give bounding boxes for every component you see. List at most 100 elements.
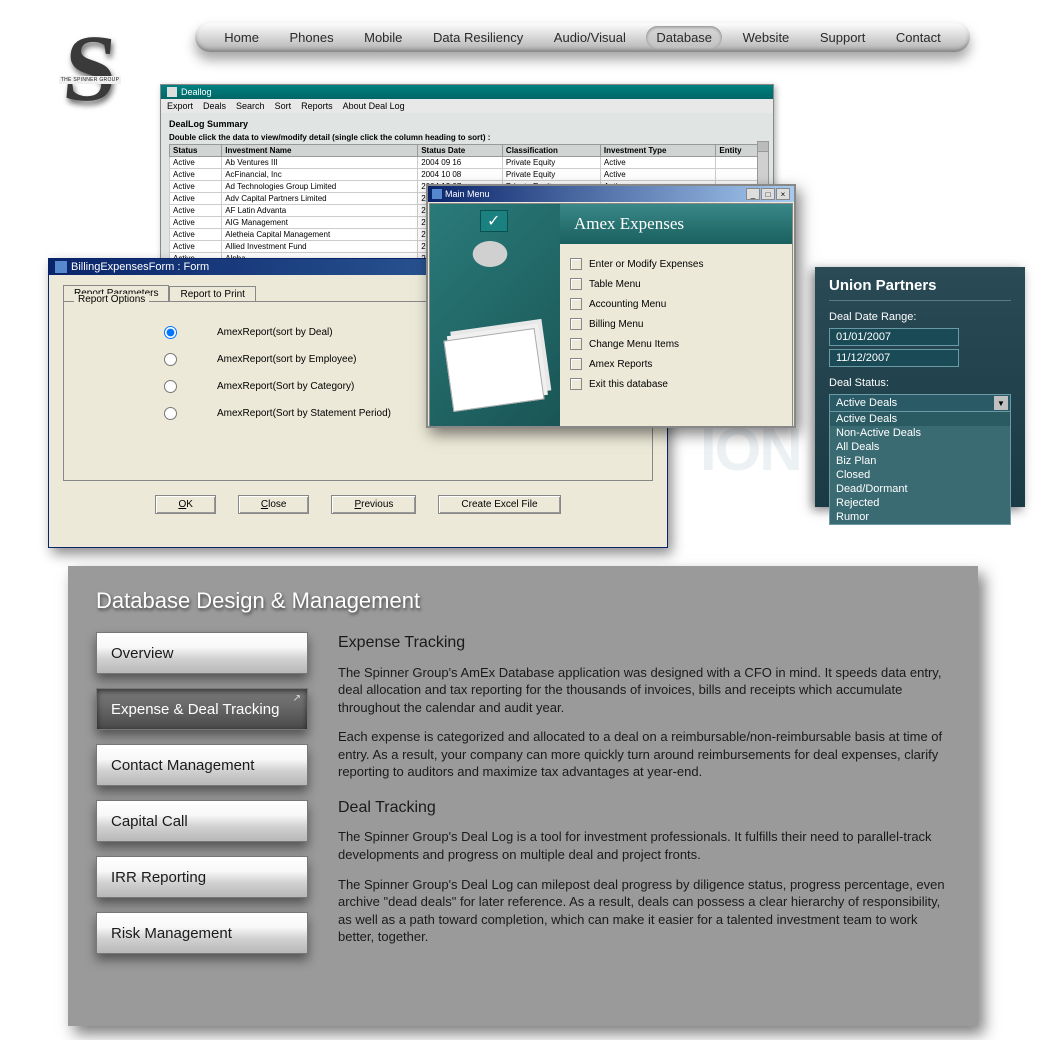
sidebar-item-irr-reporting[interactable]: IRR Reporting	[96, 856, 308, 898]
status-option[interactable]: Rumor	[830, 510, 1010, 524]
table-cell: Active	[170, 193, 222, 205]
radio-label: AmexReport(Sort by Statement Period)	[217, 408, 391, 419]
sidebar-item-capital-call[interactable]: Capital Call	[96, 800, 308, 842]
nav-item-phones[interactable]: Phones	[279, 26, 343, 49]
date-range-label: Deal Date Range:	[815, 309, 1025, 325]
status-option[interactable]: Biz Plan	[830, 454, 1010, 468]
nav-item-dataresiliency[interactable]: Data Resiliency	[423, 26, 533, 49]
chevron-down-icon[interactable]: ▼	[994, 396, 1008, 410]
amex-menu-item[interactable]: Exit this database	[570, 378, 782, 390]
amex-menu-label: Change Menu Items	[589, 339, 679, 350]
amex-menu-item[interactable]: Table Menu	[570, 278, 782, 290]
previous-button[interactable]: Previous	[331, 495, 416, 514]
table-row[interactable]: ActiveAb Ventures III2004 09 16Private E…	[170, 157, 765, 169]
amex-menu-label: Billing Menu	[589, 319, 643, 330]
radio-label: AmexReport(Sort by Category)	[217, 381, 354, 392]
table-row[interactable]: ActiveAcFinancial, Inc2004 10 08Private …	[170, 169, 765, 181]
radio-input[interactable]	[164, 353, 177, 366]
menu-box-icon	[570, 278, 582, 290]
maximize-icon[interactable]: □	[761, 188, 775, 200]
nav-item-database[interactable]: Database	[646, 26, 722, 49]
close-button[interactable]: Close	[238, 495, 310, 514]
paragraph: The Spinner Group's Deal Log can milepos…	[338, 876, 950, 946]
amex-menu-item[interactable]: Amex Reports	[570, 358, 782, 370]
nav-item-mobile[interactable]: Mobile	[354, 26, 412, 49]
menu-item-reports[interactable]: Reports	[301, 101, 333, 111]
column-header[interactable]: Investment Type	[600, 145, 715, 157]
table-cell: Active	[170, 241, 222, 253]
minimize-icon[interactable]: _	[746, 188, 760, 200]
billing-button-row: OK Close Previous Create Excel File	[63, 495, 653, 514]
status-option[interactable]: All Deals	[830, 440, 1010, 454]
amex-decorative-image	[430, 204, 560, 426]
table-cell: Active	[600, 169, 715, 181]
column-header[interactable]: Status Date	[418, 145, 503, 157]
date-to-field[interactable]: 11/12/2007	[829, 349, 959, 367]
table-cell: AcFinancial, Inc	[222, 169, 418, 181]
tab-report-to-print[interactable]: Report to Print	[169, 286, 255, 302]
amex-menu-item[interactable]: Accounting Menu	[570, 298, 782, 310]
menu-box-icon	[570, 338, 582, 350]
menu-item-sort[interactable]: Sort	[275, 101, 292, 111]
table-cell: Active	[170, 217, 222, 229]
menu-item-search[interactable]: Search	[236, 101, 265, 111]
amex-menu-item[interactable]: Change Menu Items	[570, 338, 782, 350]
status-option[interactable]: Non-Active Deals	[830, 426, 1010, 440]
menu-item-aboutdeallog[interactable]: About Deal Log	[343, 101, 405, 111]
table-cell: AF Latin Advanta	[222, 205, 418, 217]
sidebar-item-risk-management[interactable]: Risk Management	[96, 912, 308, 954]
group-label: Report Options	[74, 294, 149, 305]
table-cell: Active	[170, 205, 222, 217]
paragraph: The Spinner Group's AmEx Database applic…	[338, 664, 950, 717]
nav-item-contact[interactable]: Contact	[886, 26, 951, 49]
amex-menu-item[interactable]: Enter or Modify Expenses	[570, 258, 782, 270]
divider	[829, 300, 1011, 301]
radio-label: AmexReport(sort by Employee)	[217, 354, 357, 365]
amex-menu-label: Table Menu	[589, 279, 641, 290]
status-option[interactable]: Dead/Dormant	[830, 482, 1010, 496]
sidebar-item-expense---deal-tracking[interactable]: Expense & Deal Tracking	[96, 688, 308, 730]
nav-item-audiovisual[interactable]: Audio/Visual	[544, 26, 636, 49]
amex-menu-item[interactable]: Billing Menu	[570, 318, 782, 330]
table-cell: Private Equity	[502, 157, 600, 169]
union-title: Union Partners	[815, 267, 1025, 298]
amex-title: Amex Expenses	[560, 204, 792, 244]
top-nav: Home Phones Mobile Data Resiliency Audio/Vis…	[195, 22, 970, 52]
amex-menu-list: Enter or Modify Expenses Table Menu Accoun…	[560, 244, 792, 404]
menu-box-icon	[570, 298, 582, 310]
nav-item-support[interactable]: Support	[810, 26, 876, 49]
nav-item-website[interactable]: Website	[733, 26, 800, 49]
column-header[interactable]: Classification	[502, 145, 600, 157]
status-option[interactable]: Closed	[830, 468, 1010, 482]
radio-input[interactable]	[164, 326, 177, 339]
radio-input[interactable]	[164, 407, 177, 420]
amex-window: Main Menu _ □ × Amex Expenses Enter or M…	[426, 184, 796, 428]
status-option[interactable]: Rejected	[830, 496, 1010, 510]
status-option[interactable]: Active Deals	[830, 412, 1010, 426]
deal-status-select[interactable]: Active Deals ▼	[829, 394, 1011, 412]
logo-letter: S	[59, 13, 121, 123]
column-header[interactable]: Investment Name	[222, 145, 418, 157]
menu-box-icon	[570, 358, 582, 370]
radio-input[interactable]	[164, 380, 177, 393]
sidebar-item-contact-management[interactable]: Contact Management	[96, 744, 308, 786]
create-excel-button[interactable]: Create Excel File	[438, 495, 560, 514]
menu-item-deals[interactable]: Deals	[203, 101, 226, 111]
column-header[interactable]: Status	[170, 145, 222, 157]
ok-button[interactable]: OK	[155, 495, 215, 514]
billing-title-text: BillingExpensesForm : Form	[71, 261, 209, 273]
paragraph: Each expense is categorized and allocate…	[338, 728, 950, 781]
sidebar: Overview Expense & Deal Tracking Contact M…	[96, 632, 308, 958]
table-cell: 2004 10 08	[418, 169, 503, 181]
date-from-field[interactable]: 01/01/2007	[829, 328, 959, 346]
previous-label: revious	[361, 499, 393, 510]
nav-item-home[interactable]: Home	[214, 26, 269, 49]
table-cell: Active	[170, 157, 222, 169]
heading-deal-tracking: Deal Tracking	[338, 797, 950, 819]
close-icon[interactable]: ×	[776, 188, 790, 200]
table-cell: AIG Management	[222, 217, 418, 229]
menu-item-export[interactable]: Export	[167, 101, 193, 111]
table-cell: Ad Technologies Group Limited	[222, 181, 418, 193]
sidebar-item-overview[interactable]: Overview	[96, 632, 308, 674]
scrollbar-up-icon[interactable]	[758, 142, 768, 152]
